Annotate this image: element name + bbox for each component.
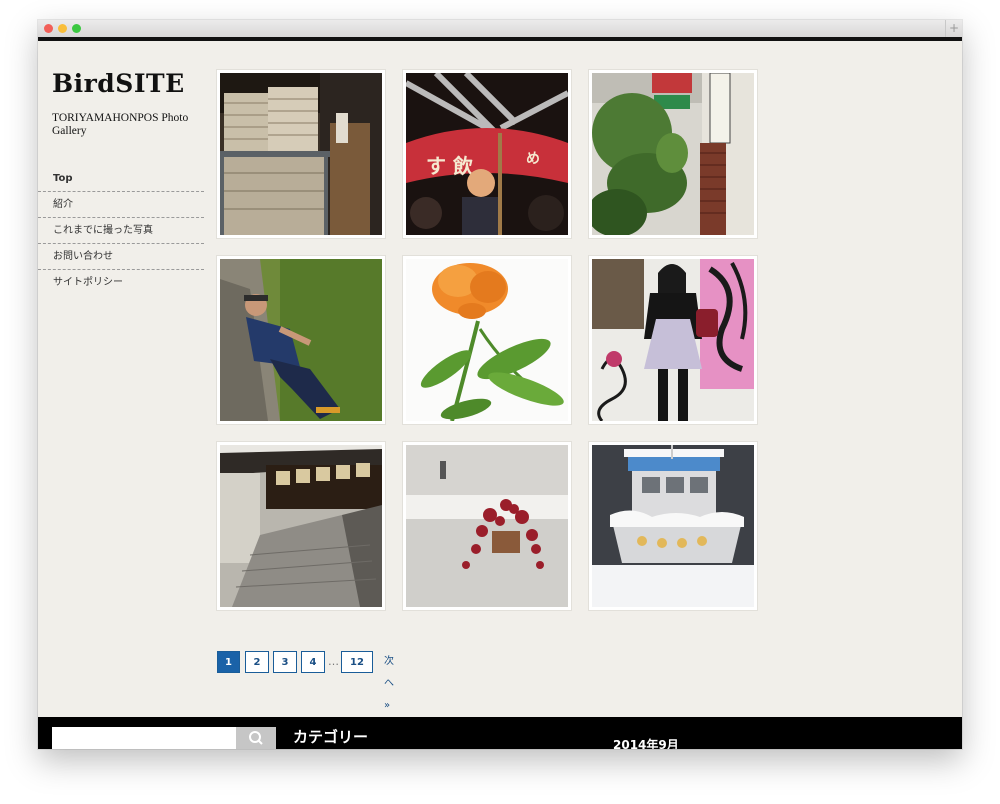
- search-button[interactable]: [236, 727, 276, 749]
- page-last-link[interactable]: 12: [341, 651, 373, 673]
- browser-window: + BirdSITE TORIYAMAHONPOS Photo Gallery …: [38, 20, 962, 749]
- svg-text:す 飲: す 飲: [426, 154, 474, 178]
- photo-thumbnail[interactable]: [589, 70, 757, 238]
- page-3-link[interactable]: 3: [273, 651, 297, 673]
- sidebar-nav: Top 紹介 これまでに撮った写真 お問い合わせ サイトポリシー: [38, 166, 204, 296]
- photo-festival: す 飲 め: [406, 73, 568, 235]
- photo-stone-alley: [220, 445, 382, 607]
- site-description: TORIYAMAHONPOS Photo Gallery: [52, 112, 189, 137]
- footer: カテゴリー 2014年9月: [38, 717, 962, 749]
- photo-thumbnail[interactable]: [403, 442, 571, 610]
- window-titlebar: +: [38, 20, 962, 41]
- zoom-window-icon[interactable]: [72, 24, 81, 33]
- photo-books: [220, 73, 382, 235]
- photo-thumbnail[interactable]: [217, 70, 385, 238]
- photo-man-rock: [220, 259, 382, 421]
- photo-thumbnail[interactable]: [589, 256, 757, 424]
- search-icon: [249, 731, 263, 745]
- search-input[interactable]: [52, 727, 236, 749]
- pagination-ellipsis: …: [328, 655, 339, 668]
- next-page-link[interactable]: 次へ »: [384, 651, 394, 717]
- photo-cockscomb: [406, 259, 568, 421]
- photo-thumbnail[interactable]: [403, 256, 571, 424]
- new-tab-icon[interactable]: +: [945, 20, 962, 37]
- close-window-icon[interactable]: [44, 24, 53, 33]
- nav-item-contact[interactable]: お問い合わせ: [38, 244, 204, 270]
- nav-item-site-policy[interactable]: サイトポリシー: [38, 270, 204, 296]
- categories-heading: カテゴリー: [293, 728, 369, 746]
- photo-thumbnail[interactable]: [217, 256, 385, 424]
- photo-thumbnail[interactable]: [589, 442, 757, 610]
- page-4-link[interactable]: 4: [301, 651, 325, 673]
- photo-thumbnail[interactable]: [217, 442, 385, 610]
- nav-item-photos[interactable]: これまでに撮った写真: [38, 218, 204, 244]
- photo-thumbnail[interactable]: す 飲 め: [403, 70, 571, 238]
- photo-ivy-shop: [592, 73, 754, 235]
- photo-woman-graffiti: [592, 259, 754, 421]
- photo-red-plant: [406, 445, 568, 607]
- svg-text:め: め: [526, 151, 540, 167]
- minimize-window-icon[interactable]: [58, 24, 67, 33]
- site-title[interactable]: BirdSITE: [52, 69, 185, 98]
- page-1-link[interactable]: 1: [217, 651, 240, 673]
- nav-item-top[interactable]: Top: [38, 166, 204, 192]
- archive-month-heading: 2014年9月: [613, 738, 679, 749]
- page-2-link[interactable]: 2: [245, 651, 269, 673]
- nav-item-about[interactable]: 紹介: [38, 192, 204, 218]
- photo-snow-boat: [592, 445, 754, 607]
